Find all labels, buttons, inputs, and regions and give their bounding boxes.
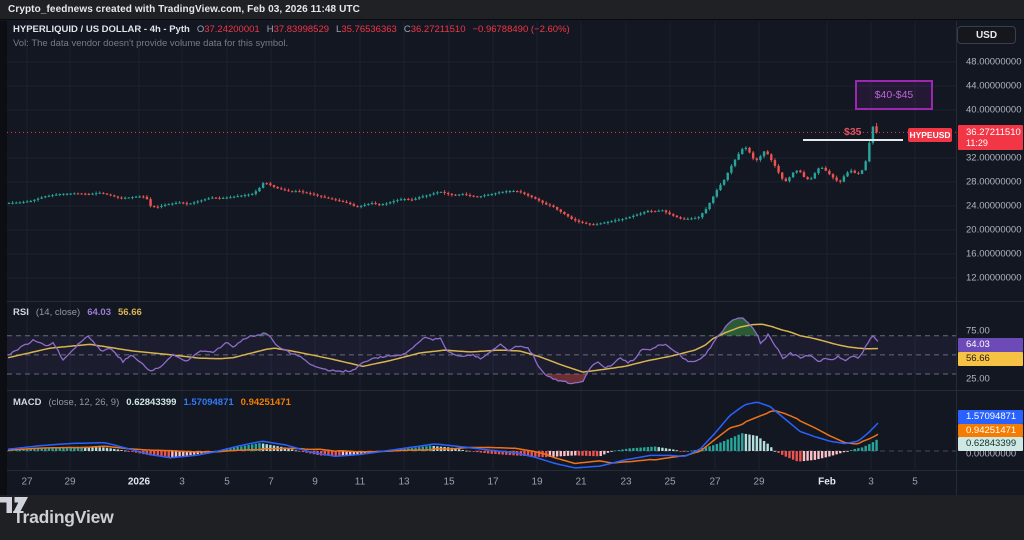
time-tick-label: 3 <box>868 476 874 488</box>
attribution-bar: Crypto_feednews created with TradingView… <box>0 0 1024 20</box>
last-price-badge: 36.27211510 11:29 <box>958 125 1023 151</box>
price-tick-label: 40.00000000 <box>966 104 1022 116</box>
chart-left-padding <box>0 21 7 495</box>
time-tick-label: 21 <box>575 476 587 488</box>
rsi-ma-value: 56.66 <box>117 307 142 318</box>
time-tick-label: 7 <box>268 476 274 488</box>
tradingview-snapshot: Crypto_feednews created with TradingView… <box>0 0 1024 540</box>
time-tick-label: 19 <box>531 476 543 488</box>
macd-title[interactable]: MACD <box>13 397 42 408</box>
rsi-lower-tick: 25.00 <box>966 373 990 385</box>
price-tick-label: 12.00000000 <box>966 272 1022 284</box>
rsi-title[interactable]: RSI <box>13 307 29 318</box>
macd-legend[interactable]: MACD (close, 12, 26, 9) 0.62843399 1.570… <box>13 397 291 408</box>
macd-value-badge: 1.57094871 <box>958 410 1023 424</box>
price-tick-label: 32.00000000 <box>966 152 1022 164</box>
rsi-legend[interactable]: RSI (14, close) 64.03 56.66 <box>13 307 142 318</box>
candlestick-series <box>7 122 878 226</box>
time-tick-label: 13 <box>398 476 410 488</box>
time-tick-label: 17 <box>487 476 499 488</box>
rsi-value: 64.03 <box>87 307 111 318</box>
rsi-upper-tick: 75.00 <box>966 325 990 337</box>
symbol-price-tag-wrap: HYPEUSD <box>908 128 952 143</box>
symbol-price-tag: HYPEUSD <box>908 128 952 143</box>
price-tick-label: 28.00000000 <box>966 176 1022 188</box>
resistance-zone-annotation[interactable]: $40-$45 <box>855 80 933 110</box>
ohlc-close: C36.27211510 <box>403 24 466 35</box>
macd-histogram <box>7 433 878 462</box>
tradingview-wordmark[interactable]: TradingView <box>13 507 114 528</box>
time-tick-label: 11 <box>354 476 366 488</box>
time-tick-label: 27 <box>21 476 33 488</box>
ohlc-low: L35.76536363 <box>336 24 397 35</box>
resistance-zone-label: $40-$45 <box>874 89 914 101</box>
time-tick-label: 5 <box>224 476 230 488</box>
time-tick-label: 3 <box>179 476 185 488</box>
support-level-label[interactable]: $35 <box>844 126 862 138</box>
rsi-value-badge: 64.03 <box>958 338 1023 352</box>
attribution-text: Crypto_feednews created with TradingView… <box>8 4 360 15</box>
price-tick-label: 24.00000000 <box>966 200 1022 212</box>
macd-signal-value: 0.94251471 <box>240 397 291 408</box>
time-tick-label: 29 <box>753 476 765 488</box>
rsi-ma-badge: 56.66 <box>958 352 1023 366</box>
ohlc-change: −0.96788490 (−2.60%) <box>472 24 570 35</box>
macd-signal-badge: 0.94251471 <box>958 423 1023 437</box>
tradingview-logo-icon[interactable] <box>0 495 28 515</box>
time-tick-label: 15 <box>443 476 455 488</box>
ohlc-high: H37.83998529 <box>266 24 330 35</box>
macd-params: (close, 12, 26, 9) <box>48 397 120 408</box>
chart-area[interactable]: HYPERLIQUID / US DOLLAR - 4h - Pyth O37.… <box>0 21 1024 495</box>
last-price-value: 36.27211510 <box>966 127 1021 139</box>
time-tick-label: 27 <box>709 476 721 488</box>
time-tick-label: 5 <box>912 476 918 488</box>
price-tick-label: 44.00000000 <box>966 80 1022 92</box>
time-tick-label: 25 <box>664 476 676 488</box>
macd-hist-value: 0.62843399 <box>126 397 177 408</box>
bar-countdown: 11:29 <box>966 138 988 149</box>
footer-bar: TradingView <box>0 495 1024 540</box>
symbol-legend[interactable]: HYPERLIQUID / US DOLLAR - 4h - Pyth O37.… <box>13 24 570 35</box>
price-tick-label: 20.00000000 <box>966 224 1022 236</box>
price-tick-label: 16.00000000 <box>966 248 1022 260</box>
time-tick-label: 29 <box>64 476 76 488</box>
symbol-title[interactable]: HYPERLIQUID / US DOLLAR - 4h - Pyth <box>13 24 190 35</box>
time-tick-label: Feb <box>818 476 836 488</box>
time-tick-label: 9 <box>312 476 318 488</box>
time-tick-label: 2026 <box>127 476 151 488</box>
volume-note: Vol: The data vendor doesn't provide vol… <box>13 38 289 49</box>
rsi-params: (14, close) <box>35 307 81 318</box>
price-tick-label: 48.00000000 <box>966 56 1022 68</box>
ohlc-open: O37.24200001 <box>196 24 260 35</box>
macd-hist-badge: 0.62843399 <box>958 437 1023 451</box>
macd-line-value: 1.57094871 <box>183 397 234 408</box>
time-tick-label: 23 <box>620 476 632 488</box>
currency-toggle-button[interactable]: USD <box>957 26 1016 44</box>
